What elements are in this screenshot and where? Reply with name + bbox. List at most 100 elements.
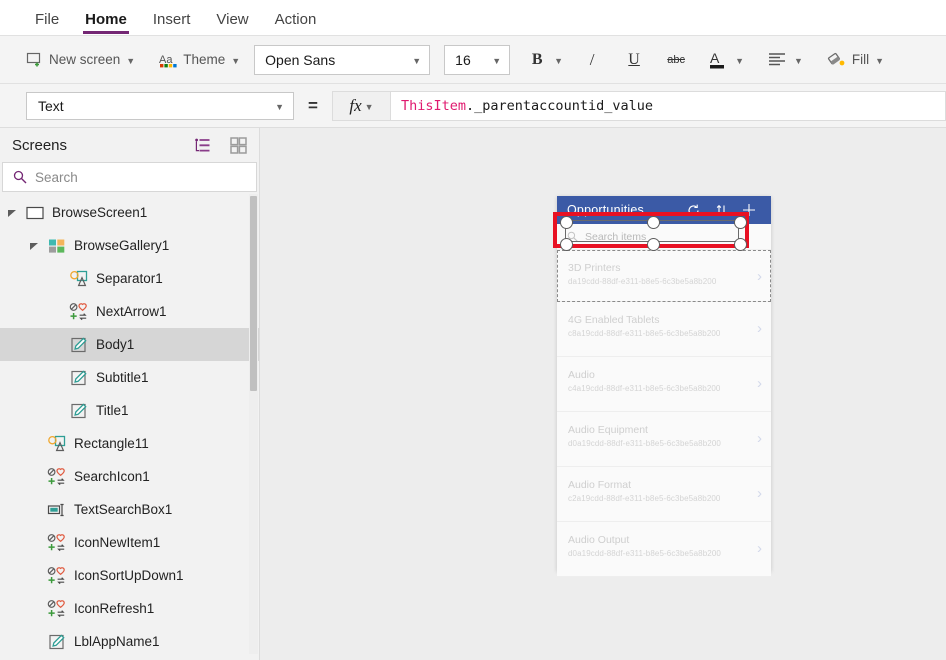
font-size-value: 16 <box>455 52 471 68</box>
screens-tree: BrowseScreen1 BrowseGallery1 Separator1 Nex… <box>0 192 259 660</box>
chevron-down-icon: ▼ <box>554 56 563 66</box>
font-size-select[interactable]: 16 ▼ <box>444 45 510 75</box>
fx-button[interactable]: fx ▼ <box>332 91 390 121</box>
chevron-down-icon: ▼ <box>365 102 374 112</box>
tree-item-lblappname1[interactable]: LblAppName1 <box>0 625 259 658</box>
tree-item-iconsortupdown1[interactable]: IconSortUpDown1 <box>0 559 259 592</box>
tab-file[interactable]: File <box>22 12 72 35</box>
ribbon-tabbar: File Home Insert View Action <box>0 0 946 36</box>
tree-item-body1[interactable]: Body1 <box>0 328 259 361</box>
tree-item-nextarrow1[interactable]: NextArrow1 <box>0 295 259 328</box>
resize-handle-top-left[interactable] <box>560 216 573 229</box>
gallery-item-title: 4G Enabled Tablets <box>568 313 761 327</box>
text-input-icon <box>47 500 67 520</box>
expander-spacer <box>28 603 40 615</box>
main-body: Screens <box>0 128 946 660</box>
bold-icon: B <box>520 44 554 76</box>
formula-input[interactable]: ThisItem._parentaccountid_value <box>390 91 946 121</box>
tree-item-label: NextArrow1 <box>96 304 167 319</box>
gallery-item[interactable]: Audio Outputd0a19cdd-88df-e311-b8e5-6c3b… <box>557 522 771 577</box>
tab-view[interactable]: View <box>203 12 261 35</box>
next-arrow-icon[interactable]: › <box>757 486 762 501</box>
tree-item-iconrefresh1[interactable]: IconRefresh1 <box>0 592 259 625</box>
next-arrow-icon[interactable]: › <box>757 321 762 336</box>
formula-bar: Text ▼ = fx ▼ ThisItem._parentaccountid_… <box>0 84 946 128</box>
phone-preview: Opportunities <box>557 196 771 571</box>
screen-icon <box>25 203 45 223</box>
tree-item-searchicon1[interactable]: SearchIcon1 <box>0 460 259 493</box>
tree-item-subtitle1[interactable]: Subtitle1 <box>0 361 259 394</box>
icon-set-icon <box>47 467 67 487</box>
gallery-item[interactable]: 3D Printersda19cdd-88df-e311-b8e5-6c3be5… <box>557 250 771 302</box>
resize-handle-top-center[interactable] <box>647 216 660 229</box>
font-family-select[interactable]: Open Sans ▼ <box>254 45 430 75</box>
theme-icon: Aa <box>159 52 177 68</box>
tab-home[interactable]: Home <box>72 12 140 35</box>
theme-button[interactable]: Aa Theme ▼ <box>151 44 248 76</box>
tree-item-browsegallery1[interactable]: BrowseGallery1 <box>0 229 259 262</box>
sort-updown-icon[interactable] <box>707 199 735 221</box>
resize-handle-bottom-center[interactable] <box>647 238 660 251</box>
font-color-button[interactable]: A ▼ <box>701 44 748 76</box>
browse-gallery[interactable]: 3D Printersda19cdd-88df-e311-b8e5-6c3be5… <box>557 250 771 577</box>
gallery-item-subtitle: c8a19cdd-88df-e311-b8e5-6c3be5a8b200 <box>568 327 761 340</box>
expander-spacer <box>50 405 62 417</box>
bold-button[interactable]: B ▼ <box>520 44 567 76</box>
tab-insert[interactable]: Insert <box>140 12 204 35</box>
expander-spacer <box>50 306 62 318</box>
underline-button[interactable]: U <box>617 44 651 76</box>
new-screen-button[interactable]: New screen ▼ <box>18 44 143 76</box>
chevron-down-icon: ▼ <box>231 56 240 66</box>
formula-token-rest: ._parentaccountid_value <box>466 98 653 114</box>
next-arrow-icon[interactable]: › <box>757 269 762 284</box>
resize-handle-bottom-left[interactable] <box>560 238 573 251</box>
tree-item-label: Subtitle1 <box>96 370 149 385</box>
tree-item-iconnewitem1[interactable]: IconNewItem1 <box>0 526 259 559</box>
align-button[interactable]: ▼ <box>760 44 807 76</box>
tree-item-label: SearchIcon1 <box>74 469 150 484</box>
next-arrow-icon[interactable]: › <box>757 541 762 556</box>
expander-collapse-icon[interactable] <box>6 207 18 219</box>
italic-button[interactable]: / <box>575 44 609 76</box>
app-canvas[interactable]: Opportunities <box>260 128 946 660</box>
tree-item-browsescreen1[interactable]: BrowseScreen1 <box>0 196 259 229</box>
tree-item-label: BrowseGallery1 <box>74 238 169 253</box>
gallery-item-title: Audio Output <box>568 533 761 547</box>
next-arrow-icon[interactable]: › <box>757 376 762 391</box>
sidebar-scrollbar-thumb[interactable] <box>250 196 257 391</box>
tree-item-title1[interactable]: Title1 <box>0 394 259 427</box>
tree-view-icon[interactable] <box>191 133 217 157</box>
tree-item-label: Separator1 <box>96 271 163 286</box>
refresh-icon[interactable] <box>679 199 707 221</box>
italic-icon: / <box>590 50 595 70</box>
label-icon <box>69 401 89 421</box>
gallery-item[interactable]: Audioc4a19cdd-88df-e311-b8e5-6c3be5a8b20… <box>557 357 771 412</box>
gallery-item[interactable]: Audio Equipmentd0a19cdd-88df-e311-b8e5-6… <box>557 412 771 467</box>
tree-item-label: IconRefresh1 <box>74 601 154 616</box>
app-title: Opportunities <box>567 203 679 217</box>
sidebar-scrollbar[interactable] <box>249 194 258 654</box>
tab-action[interactable]: Action <box>262 12 330 35</box>
resize-handle-bottom-right[interactable] <box>734 238 747 251</box>
tree-item-textsearchbox1[interactable]: TextSearchBox1 <box>0 493 259 526</box>
gallery-item[interactable]: 4G Enabled Tabletsc8a19cdd-88df-e311-b8e… <box>557 302 771 357</box>
expander-spacer <box>28 570 40 582</box>
property-select[interactable]: Text ▼ <box>26 92 294 120</box>
tree-item-label: Title1 <box>96 403 129 418</box>
gallery-item[interactable]: Audio Formatc2a19cdd-88df-e311-b8e5-6c3b… <box>557 467 771 522</box>
tree-item-separator1[interactable]: Separator1 <box>0 262 259 295</box>
gallery-icon <box>47 236 67 256</box>
resize-handle-top-right[interactable] <box>734 216 747 229</box>
fx-label: fx <box>349 96 361 116</box>
expander-spacer <box>50 339 62 351</box>
equals-sign: = <box>294 96 332 116</box>
thumbnail-view-icon[interactable] <box>225 133 251 157</box>
expander-collapse-icon[interactable] <box>28 240 40 252</box>
chevron-down-icon: ▼ <box>412 56 421 66</box>
next-arrow-icon[interactable]: › <box>757 431 762 446</box>
strikethrough-button[interactable]: abc <box>659 44 693 76</box>
fill-button[interactable]: Fill ▼ <box>819 44 892 76</box>
sidebar-search-input[interactable]: Search <box>2 162 257 192</box>
gallery-item-title: Audio Format <box>568 478 761 492</box>
tree-item-rectangle11[interactable]: Rectangle11 <box>0 427 259 460</box>
